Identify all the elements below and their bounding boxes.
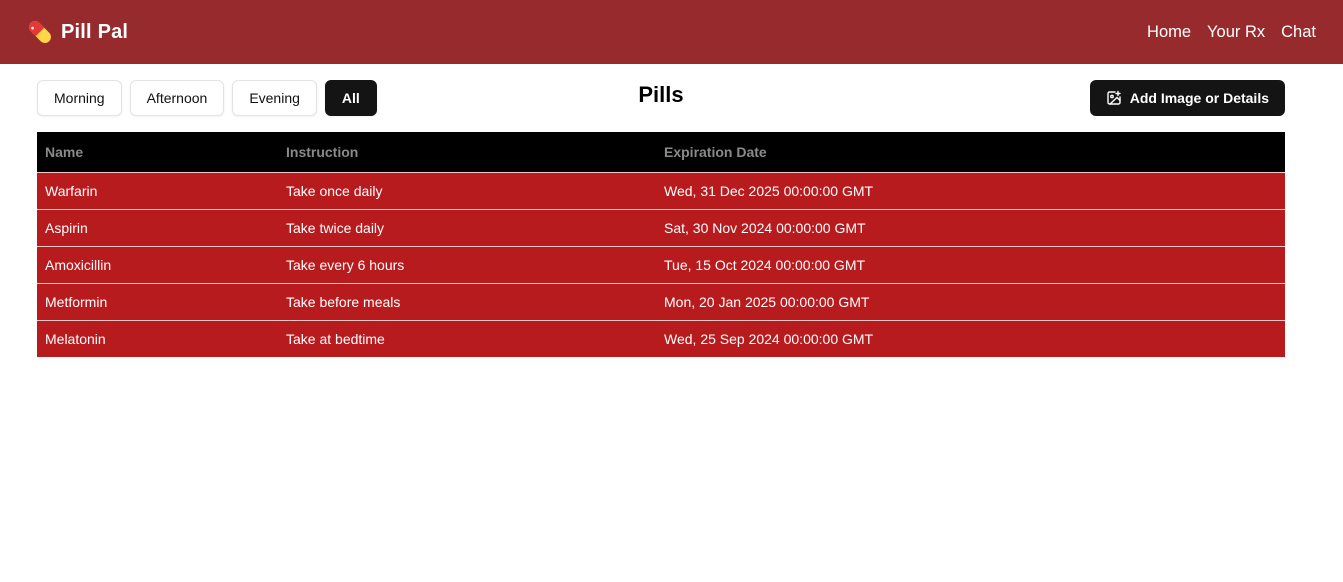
table-row[interactable]: Melatonin Take at bedtime Wed, 25 Sep 20…: [37, 320, 1285, 357]
pill-instruction: Take at bedtime: [286, 330, 385, 347]
pill-name: Metformin: [45, 293, 108, 310]
table-row[interactable]: Amoxicillin Take every 6 hours Tue, 15 O…: [37, 246, 1285, 283]
toolbar: Pills Morning Afternoon Evening All Add …: [37, 80, 1285, 116]
brand-home-link[interactable]: Pill Pal: [26, 18, 128, 46]
pill-instruction: Take once daily: [286, 182, 383, 199]
brand-name: Pill Pal: [61, 20, 129, 43]
header-name: Name: [45, 143, 84, 160]
filter-evening-button[interactable]: Evening: [232, 80, 317, 116]
nav-links: Home Your Rx Chat: [1147, 23, 1316, 42]
navbar: Pill Pal Home Your Rx Chat: [0, 0, 1343, 64]
add-button-label: Add Image or Details: [1129, 90, 1269, 106]
pill-expiration: Tue, 15 Oct 2024 00:00:00 GMT: [664, 256, 866, 273]
pill-icon: [29, 21, 51, 43]
image-plus-icon: [1107, 90, 1121, 105]
pill-name: Warfarin: [45, 182, 98, 199]
pill-name: Melatonin: [45, 330, 106, 347]
add-image-or-details-button[interactable]: Add Image or Details: [1089, 80, 1285, 116]
filter-afternoon-button[interactable]: Afternoon: [129, 80, 225, 116]
pill-expiration: Wed, 25 Sep 2024 00:00:00 GMT: [664, 330, 874, 347]
table-row[interactable]: Warfarin Take once daily Wed, 31 Dec 202…: [37, 172, 1285, 209]
pill-name: Aspirin: [45, 219, 88, 236]
pill-instruction: Take every 6 hours: [286, 256, 405, 273]
nav-link-your-rx[interactable]: Your Rx: [1207, 23, 1265, 42]
pills-table: Name Instruction Expiration Date Warfari…: [37, 132, 1285, 357]
pill-instruction: Take twice daily: [286, 219, 385, 236]
nav-link-home[interactable]: Home: [1147, 23, 1191, 42]
header-expiration-date: Expiration Date: [664, 143, 767, 160]
table-header-row: Name Instruction Expiration Date: [37, 132, 1285, 172]
pill-instruction: Take before meals: [286, 293, 401, 310]
filter-all-button[interactable]: All: [324, 80, 377, 116]
time-filter-group: Morning Afternoon Evening All: [37, 80, 377, 116]
header-instruction: Instruction: [286, 143, 359, 160]
table-row[interactable]: Metformin Take before meals Mon, 20 Jan …: [37, 283, 1285, 320]
table-row[interactable]: Aspirin Take twice daily Sat, 30 Nov 202…: [37, 209, 1285, 246]
pill-name: Amoxicillin: [45, 256, 112, 273]
pill-expiration: Mon, 20 Jan 2025 00:00:00 GMT: [664, 293, 870, 310]
pill-expiration: Sat, 30 Nov 2024 00:00:00 GMT: [664, 219, 866, 236]
filter-morning-button[interactable]: Morning: [37, 80, 122, 116]
pills-table-container: Name Instruction Expiration Date Warfari…: [37, 132, 1285, 357]
pill-expiration: Wed, 31 Dec 2025 00:00:00 GMT: [664, 182, 874, 199]
nav-link-chat[interactable]: Chat: [1281, 23, 1316, 42]
